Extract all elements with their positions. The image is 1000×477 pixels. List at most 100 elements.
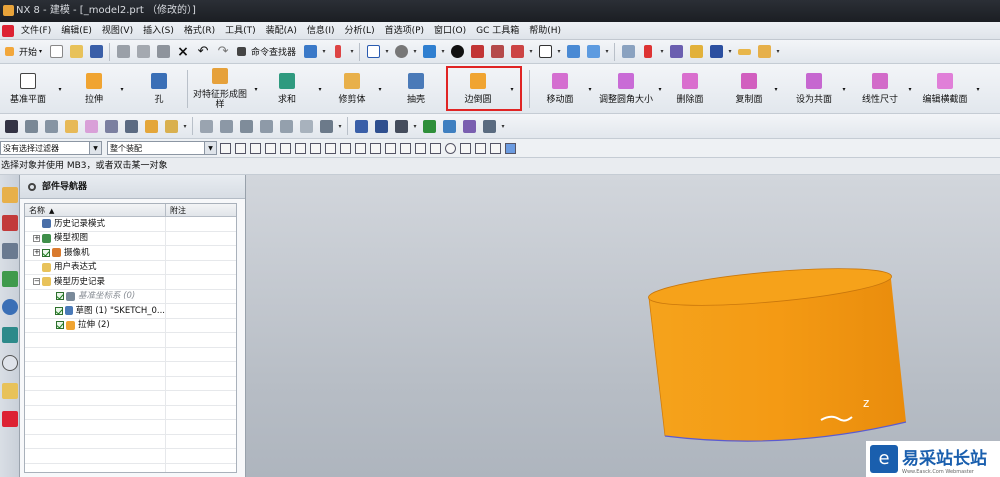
- snap-cube-icon[interactable]: [505, 142, 516, 154]
- selection-button[interactable]: [329, 43, 347, 61]
- play-dropdown[interactable]: ▾: [727, 43, 733, 61]
- delete-button[interactable]: ×: [174, 43, 192, 61]
- snap-button[interactable]: [667, 43, 685, 61]
- redo-button[interactable]: ↷: [214, 43, 232, 61]
- tool-n-button[interactable]: [277, 117, 295, 135]
- new-file-button[interactable]: [47, 43, 65, 61]
- reuse-library-icon[interactable]: [2, 271, 18, 287]
- tool-o-button[interactable]: [297, 117, 315, 135]
- menu-information[interactable]: 信息(I): [302, 22, 340, 40]
- extrude-dropdown[interactable]: ▾: [118, 64, 126, 114]
- coplanar-dropdown[interactable]: ▾: [840, 64, 848, 114]
- rotate-dropdown[interactable]: ▾: [412, 43, 418, 61]
- pattern-dropdown[interactable]: ▾: [252, 64, 260, 114]
- menu-view[interactable]: 视图(V): [97, 22, 138, 40]
- tree-row[interactable]: + 摄像机: [25, 246, 236, 261]
- undo-button[interactable]: ↶: [194, 43, 212, 61]
- pencil-dropdown[interactable]: ▾: [775, 43, 781, 61]
- copy-face-button[interactable]: 复制面: [728, 64, 770, 114]
- move-dropdown[interactable]: ▾: [659, 43, 665, 61]
- extruded-cylinder[interactable]: [647, 261, 907, 442]
- web-browser-icon[interactable]: [2, 299, 18, 315]
- constraint-navigator-icon[interactable]: [2, 215, 18, 231]
- menu-edit[interactable]: 编辑(E): [56, 22, 97, 40]
- cut-button[interactable]: [114, 43, 132, 61]
- orient-button[interactable]: [584, 43, 602, 61]
- tool-k-button[interactable]: [217, 117, 235, 135]
- tool-a-button[interactable]: [2, 117, 20, 135]
- trim-dropdown[interactable]: ▾: [376, 64, 384, 114]
- paste-button[interactable]: [154, 43, 172, 61]
- pin-icon[interactable]: [28, 183, 36, 191]
- tool-t-button[interactable]: [420, 117, 438, 135]
- snap-end-icon[interactable]: [385, 142, 396, 154]
- system-materials-icon[interactable]: [2, 383, 18, 399]
- checkbox-icon[interactable]: [42, 248, 50, 257]
- tool-d-button[interactable]: [62, 117, 80, 135]
- filter-icon-5[interactable]: [280, 142, 291, 154]
- fit-view-button[interactable]: [364, 43, 382, 61]
- copy-face-dropdown[interactable]: ▾: [772, 64, 780, 114]
- tool-v-button[interactable]: [460, 117, 478, 135]
- move-face-dropdown[interactable]: ▾: [586, 64, 594, 114]
- datum-plane-dropdown[interactable]: ▾: [56, 64, 64, 114]
- filter-icon-1[interactable]: [220, 142, 231, 154]
- tool-w-button[interactable]: [480, 117, 498, 135]
- tool-g-button[interactable]: [122, 117, 140, 135]
- snap-quadrant-icon[interactable]: [460, 142, 471, 154]
- filter-icon-6[interactable]: [295, 142, 306, 154]
- shaded-dropdown[interactable]: ▾: [440, 43, 446, 61]
- dimension-dropdown[interactable]: ▾: [906, 64, 914, 114]
- save-button[interactable]: [87, 43, 105, 61]
- ruler-button[interactable]: [735, 43, 753, 61]
- snap-tangent-icon[interactable]: [490, 142, 501, 154]
- edge-display-button[interactable]: [468, 43, 486, 61]
- tool-c-button[interactable]: [42, 117, 60, 135]
- tree-row[interactable]: 基准坐标系 (0): [25, 289, 236, 304]
- filter-icon-10[interactable]: [355, 142, 366, 154]
- tool-p-button[interactable]: [317, 117, 335, 135]
- pencil-button[interactable]: [755, 43, 773, 61]
- expander-icon[interactable]: +: [33, 234, 40, 242]
- unite-dropdown[interactable]: ▾: [316, 64, 324, 114]
- move-object-button[interactable]: [639, 43, 657, 61]
- tool-q-button[interactable]: [352, 117, 370, 135]
- menu-help[interactable]: 帮助(H): [524, 22, 566, 40]
- move-face-button[interactable]: 移动面: [536, 64, 584, 114]
- menu-format[interactable]: 格式(R): [179, 22, 220, 40]
- menu-assemblies[interactable]: 装配(A): [261, 22, 302, 40]
- pattern-feature-button[interactable]: 对特征形成图样: [190, 64, 250, 114]
- filter-icon-7[interactable]: [310, 142, 321, 154]
- tool-u-button[interactable]: [440, 117, 458, 135]
- tool-r-button[interactable]: [372, 117, 390, 135]
- tool-h-button[interactable]: [142, 117, 160, 135]
- resize-blend-button[interactable]: 调整圆角大小: [598, 64, 654, 114]
- tool-e-button[interactable]: [82, 117, 100, 135]
- copy-button[interactable]: [134, 43, 152, 61]
- tool-f-button[interactable]: [102, 117, 120, 135]
- snap-mid-icon[interactable]: [400, 142, 411, 154]
- menu-insert[interactable]: 插入(S): [138, 22, 179, 40]
- tool-b-button[interactable]: [22, 117, 40, 135]
- filter-icon-11[interactable]: [370, 142, 381, 154]
- trim-body-button[interactable]: 修剪体: [330, 64, 374, 114]
- background-button[interactable]: [536, 43, 554, 61]
- datum-plane-button[interactable]: 基准平面: [2, 64, 54, 114]
- true-shading-button[interactable]: [448, 43, 466, 61]
- filter-icon-9[interactable]: [340, 142, 351, 154]
- tool-s-button[interactable]: [392, 117, 410, 135]
- shell-button[interactable]: 抽壳: [396, 64, 436, 114]
- filter-icon-8[interactable]: [325, 142, 336, 154]
- rotate-view-button[interactable]: [392, 43, 410, 61]
- model-view[interactable]: z: [246, 175, 1000, 477]
- make-coplanar-button[interactable]: 设为共面: [790, 64, 838, 114]
- selection-scope-select[interactable]: 整个装配 ▼: [107, 141, 217, 155]
- column-note[interactable]: 附注: [166, 204, 186, 216]
- menu-gc-toolkit[interactable]: GC 工具箱: [471, 22, 524, 40]
- part-navigator-icon[interactable]: [2, 243, 18, 259]
- history-icon[interactable]: [2, 327, 18, 343]
- tree-row[interactable]: 拉伸 (2): [25, 318, 236, 333]
- start-button[interactable]: 开始 ▾: [2, 43, 45, 61]
- selection-dropdown[interactable]: ▾: [349, 43, 355, 61]
- edit-section-button[interactable]: 编辑横截面: [918, 64, 972, 114]
